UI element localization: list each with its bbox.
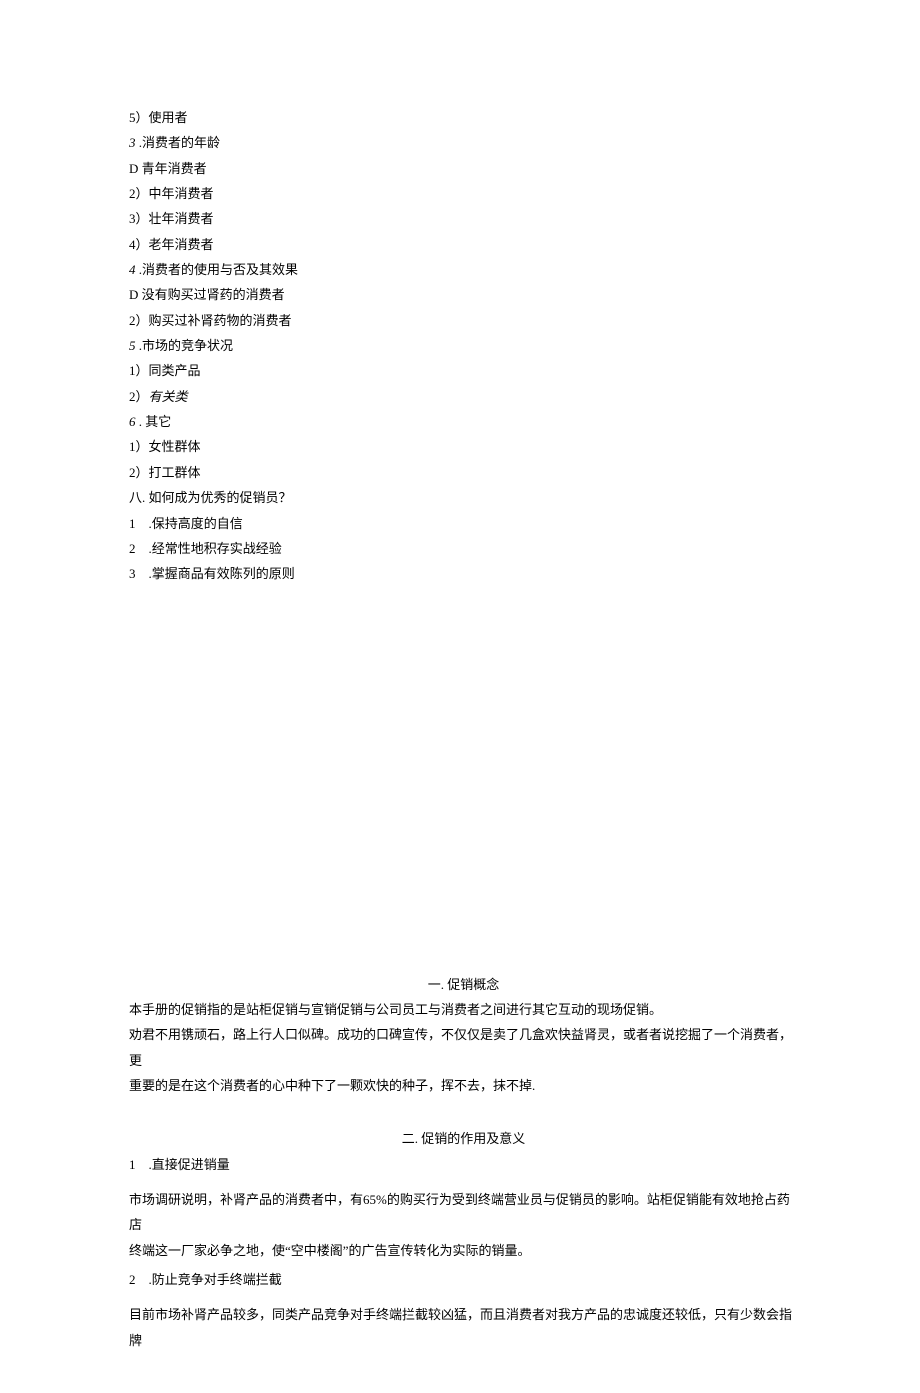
- list-item: 2）购买过补肾药物的消费者: [129, 308, 798, 333]
- list-item: 2）中年消费者: [129, 181, 798, 206]
- list-item: 2）打工群体: [129, 460, 798, 485]
- list-item: 4 .消费者的使用与否及其效果: [129, 257, 798, 282]
- list-item: D 青年消费者: [129, 156, 798, 181]
- section-heading: 一. 促销概念: [129, 972, 798, 997]
- list-item: 5）使用者: [129, 105, 798, 130]
- list-text: 有关类: [149, 389, 188, 404]
- list-text: .市场的竞争状况: [136, 338, 234, 353]
- list-item: 4）老年消费者: [129, 232, 798, 257]
- list-item: 2 .防止竞争对手终端拦截: [129, 1267, 798, 1292]
- list-item: 八. 如何成为优秀的促销员？: [129, 485, 798, 510]
- list-text: . 其它: [136, 414, 172, 429]
- paragraph-line: 本手册的促销指的是站柜促销与宣销促销与公司员工与消费者之间进行其它互动的现场促销…: [129, 997, 798, 1022]
- list-item: 3 .消费者的年龄: [129, 130, 798, 155]
- document-page: 5）使用者 3 .消费者的年龄 D 青年消费者 2）中年消费者 3）壮年消费者 …: [0, 0, 920, 1393]
- section-heading: 二. 促销的作用及意义: [129, 1126, 798, 1151]
- list-item: 1 .直接促进销量: [129, 1152, 798, 1177]
- paragraph-line: 终端这一厂家必争之地，使“空中楼阁”的广告宣传转化为实际的销量。: [129, 1238, 798, 1263]
- paragraph-line: 重要的是在这个消费者的心中种下了一颗欢快的种子，挥不去，抹不掉.: [129, 1073, 798, 1098]
- paragraph-line: 市场调研说明，补肾产品的消费者中，有65%的购买行为受到终端营业员与促销员的影响…: [129, 1187, 798, 1238]
- list-item: 1）女性群体: [129, 434, 798, 459]
- list-text: .消费者的年龄: [136, 135, 221, 150]
- list-item: 1 .保持高度的自信: [129, 511, 798, 536]
- list-item: 2）有关类: [129, 384, 798, 409]
- list-item: 5 .市场的竞争状况: [129, 333, 798, 358]
- list-item: 3 .掌握商品有效陈列的原则: [129, 561, 798, 586]
- list-item: 3）壮年消费者: [129, 206, 798, 231]
- list-item: 6 . 其它: [129, 409, 798, 434]
- paragraph-line: 目前市场补肾产品较多，同类产品竞争对手终端拦截较凶猛，而且消费者对我方产品的忠诚…: [129, 1302, 798, 1353]
- list-item: D 没有购买过肾药的消费者: [129, 282, 798, 307]
- list-prefix: 2）: [129, 389, 149, 404]
- list-item: 1）同类产品: [129, 358, 798, 383]
- list-text: .消费者的使用与否及其效果: [136, 262, 299, 277]
- paragraph-line: 劝君不用镌顽石，路上行人口似碑。成功的口碑宣传，不仅仅是卖了几盒欢快益肾灵，或者…: [129, 1022, 798, 1073]
- list-item: 2 .经常性地积存实战经验: [129, 536, 798, 561]
